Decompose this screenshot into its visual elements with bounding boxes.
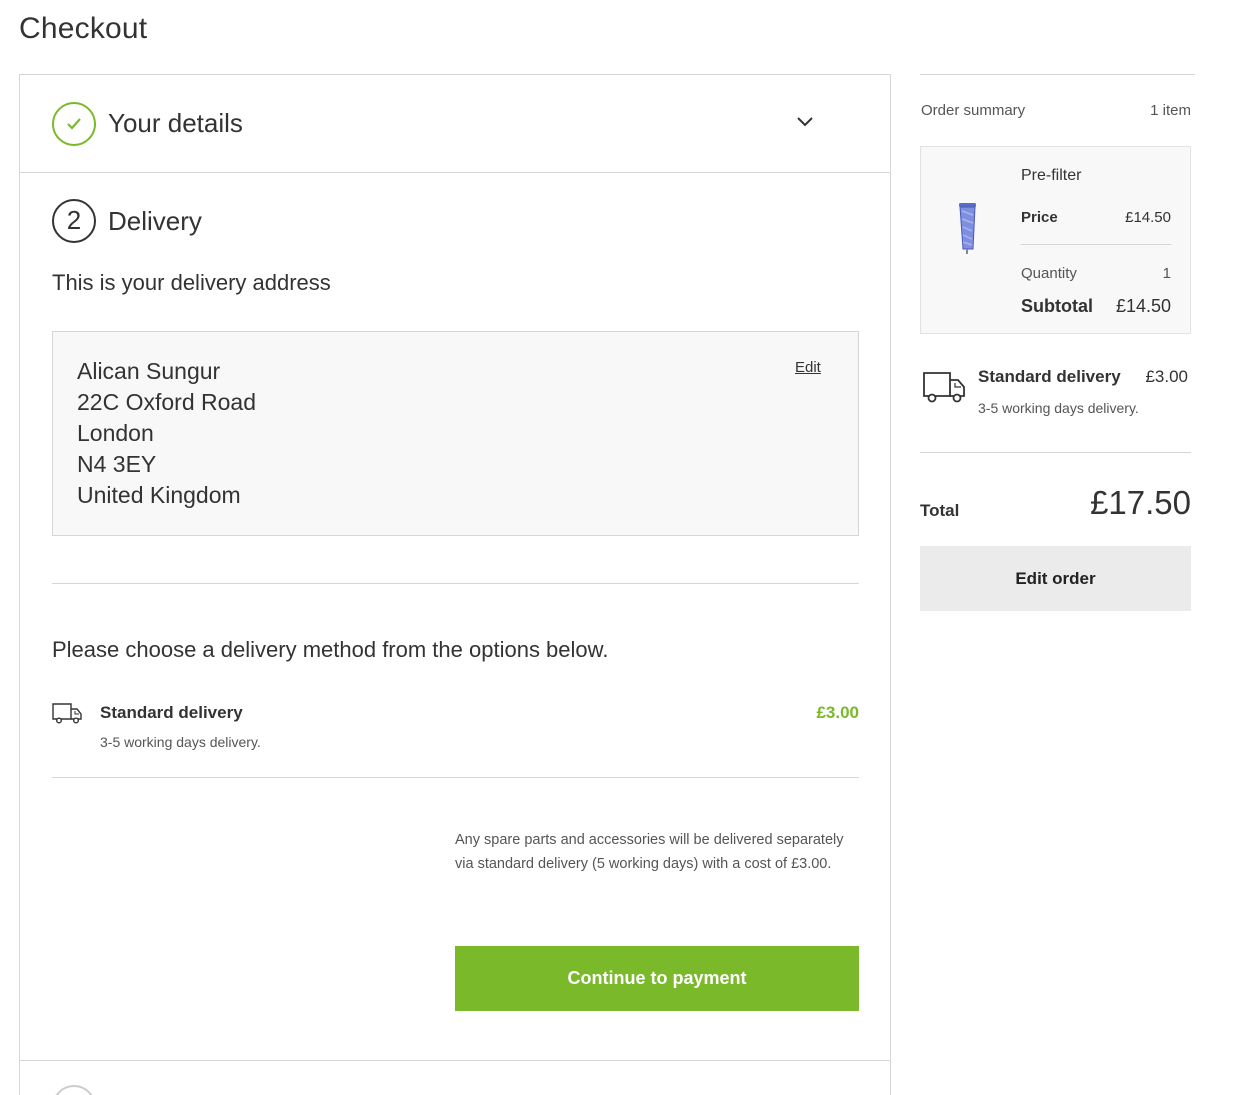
step-details-title: Your details	[108, 108, 243, 138]
subtotal-value: £14.50	[1115, 296, 1171, 316]
method-intro: Please choose a delivery method from the…	[52, 637, 609, 662]
step-your-details[interactable]: Your details	[20, 75, 890, 173]
summary-delivery-name: Standard delivery	[978, 367, 1121, 386]
edit-order-button[interactable]: Edit order	[920, 546, 1191, 611]
divider	[52, 583, 859, 584]
address-intro: This is your delivery address	[52, 270, 331, 295]
delivery-method-option[interactable]: Standard delivery 3-5 working days deliv…	[52, 697, 859, 757]
quantity-label: Quantity	[1021, 265, 1077, 282]
divider	[920, 452, 1191, 453]
divider	[52, 777, 859, 778]
page-title: Checkout	[19, 12, 148, 45]
divider	[920, 74, 1195, 75]
product-name: Pre-filter	[1021, 167, 1082, 184]
address-line: London	[77, 420, 154, 446]
total-label: Total	[920, 501, 960, 520]
check-icon	[52, 102, 96, 146]
delivery-method-price: £3.00	[816, 703, 859, 722]
step-payment	[20, 1061, 890, 1095]
chevron-down-icon[interactable]	[796, 115, 814, 133]
continue-to-payment-button[interactable]: Continue to payment	[455, 946, 859, 1011]
address-box: Alican Sungur 22C Oxford Road London N4 …	[52, 331, 859, 536]
order-item-card: Pre-filter Price £14.50 Quantity 1 Subto…	[920, 146, 1191, 334]
step-circle	[52, 1085, 96, 1095]
order-summary-label: Order summary	[921, 102, 1026, 119]
truck-icon	[922, 370, 966, 409]
quantity-value: 1	[1162, 265, 1171, 282]
address-line: N4 3EY	[77, 451, 157, 477]
total-value: £17.50	[1090, 484, 1191, 521]
price-value: £14.50	[1125, 209, 1171, 226]
address-line: 22C Oxford Road	[77, 389, 256, 415]
checkout-panel: Your details 2 Delivery This is your del…	[19, 74, 891, 1095]
delivery-note: Any spare parts and accessories will be …	[455, 832, 844, 872]
step-number: 2	[52, 199, 96, 243]
truck-icon	[52, 702, 82, 729]
summary-delivery-description: 3-5 working days delivery.	[978, 400, 1139, 416]
delivery-method-description: 3-5 working days delivery.	[100, 734, 261, 750]
divider	[1021, 244, 1171, 245]
summary-delivery-price: £3.00	[1145, 367, 1188, 386]
step-delivery-title: Delivery	[108, 206, 202, 236]
edit-address-link[interactable]: Edit	[795, 359, 821, 376]
price-label: Price	[1021, 209, 1058, 226]
product-image	[957, 201, 979, 260]
address-line: Alican Sungur	[77, 358, 221, 384]
subtotal-label: Subtotal	[1021, 296, 1093, 316]
step-delivery: 2 Delivery This is your delivery address…	[20, 173, 890, 1061]
address-lines: Alican Sungur 22C Oxford Road London N4 …	[77, 356, 256, 511]
delivery-method-name: Standard delivery	[100, 703, 243, 722]
item-count: 1 item	[1150, 102, 1191, 119]
address-line: United Kingdom	[77, 482, 241, 508]
